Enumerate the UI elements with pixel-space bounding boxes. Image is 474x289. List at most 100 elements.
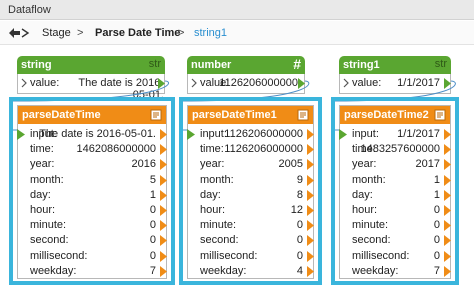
output-port-icon[interactable] xyxy=(444,265,451,277)
field-value: 1462086000000 xyxy=(76,143,156,156)
output-port-icon[interactable] xyxy=(444,250,451,262)
field-value: 1 xyxy=(433,173,440,186)
field-row-month: month: 5 xyxy=(18,173,167,188)
field-label: input: xyxy=(200,128,227,140)
field-label: hour: xyxy=(352,204,378,216)
breadcrumb-item-parse-date-time[interactable]: Parse Date Time xyxy=(95,27,180,39)
output-port-icon[interactable] xyxy=(160,265,167,277)
field-label: hour: xyxy=(200,204,226,216)
output-port-icon[interactable] xyxy=(307,205,314,216)
output-port-icon[interactable] xyxy=(307,144,314,156)
field-row-month: month: 9 xyxy=(188,173,314,188)
document-icon[interactable] xyxy=(434,109,446,121)
breadcrumb-separator: > xyxy=(178,27,185,39)
field-label: time: xyxy=(30,143,54,156)
field-value: 0 xyxy=(149,249,156,262)
output-port-icon[interactable] xyxy=(444,205,451,216)
output-port-icon[interactable] xyxy=(444,159,451,171)
output-port-icon[interactable] xyxy=(160,129,167,140)
output-port-icon[interactable] xyxy=(444,144,451,156)
output-port-icon[interactable] xyxy=(307,129,314,140)
field-label: millisecond: xyxy=(200,249,258,262)
field-label: second: xyxy=(30,234,69,247)
input-port-icon[interactable] xyxy=(339,129,347,140)
document-icon[interactable] xyxy=(297,109,309,121)
field-row-weekday: weekday: 7 xyxy=(340,264,451,279)
node-header[interactable]: parseDateTime1 xyxy=(188,106,313,124)
output-port-icon[interactable] xyxy=(444,235,451,247)
field-label: year: xyxy=(200,158,225,171)
output-port-icon[interactable] xyxy=(160,159,167,171)
field-row-hour: hour: 12 xyxy=(188,203,314,218)
field-value: 0 xyxy=(149,204,156,216)
field-value: 0 xyxy=(433,234,440,247)
field-label: second: xyxy=(352,234,391,247)
field-row-millisecond: millisecond: 0 xyxy=(18,249,167,264)
field-label: month: xyxy=(352,173,386,186)
field-value: 0 xyxy=(296,234,303,247)
dataflow-canvas[interactable]: string str value: The date is 2016-05-01… xyxy=(0,46,474,289)
field-row-input: input: 1126206000000 xyxy=(187,127,314,142)
output-port-icon[interactable] xyxy=(307,174,314,186)
field-label: minute: xyxy=(200,219,237,232)
output-port-icon[interactable] xyxy=(160,250,167,262)
output-port-icon[interactable] xyxy=(307,265,314,277)
output-port-icon[interactable] xyxy=(160,220,167,232)
field-value: The date is 2016-05-01. xyxy=(39,128,156,140)
node-parse-date-time-1[interactable]: parseDateTime1 input: 1126206000000 time: 1… xyxy=(187,105,314,279)
output-port-icon[interactable] xyxy=(307,235,314,247)
field-row-year: year: 2017 xyxy=(340,157,451,172)
breadcrumb-item-stage[interactable]: Stage xyxy=(42,27,71,39)
field-label: month: xyxy=(30,173,64,186)
field-value: 2016 xyxy=(131,158,156,171)
output-port-icon[interactable] xyxy=(444,189,451,201)
field-row-time: time: 1462086000000 xyxy=(18,142,167,157)
field-row-day: day: 8 xyxy=(188,188,314,203)
field-label: minute: xyxy=(30,219,67,232)
output-port-icon[interactable] xyxy=(160,189,167,201)
back-arrow-icon[interactable] xyxy=(8,26,30,40)
field-value: 0 xyxy=(433,249,440,262)
output-port-icon[interactable] xyxy=(444,129,451,140)
field-value: 0 xyxy=(149,234,156,247)
output-port-icon[interactable] xyxy=(160,144,167,156)
output-port-icon[interactable] xyxy=(444,220,451,232)
output-port-icon[interactable] xyxy=(160,235,167,247)
document-icon[interactable] xyxy=(150,109,162,121)
field-value: 12 xyxy=(290,204,303,216)
field-label: second: xyxy=(200,234,239,247)
field-value: 0 xyxy=(149,219,156,232)
node-title: parseDateTime xyxy=(22,109,101,121)
field-value: 1 xyxy=(433,188,440,201)
field-row-input: input: 1/1/2017 xyxy=(339,127,451,142)
output-port-icon[interactable] xyxy=(160,205,167,216)
field-value: 2017 xyxy=(415,158,440,171)
node-parse-date-time-2[interactable]: parseDateTime2 input: 1/1/2017 time: 148325… xyxy=(339,105,451,279)
field-row-year: year: 2016 xyxy=(18,157,167,172)
input-port-icon[interactable] xyxy=(187,129,195,140)
breadcrumb-separator: > xyxy=(77,27,84,39)
node-header[interactable]: parseDateTime2 xyxy=(340,106,450,124)
output-port-icon[interactable] xyxy=(307,220,314,232)
output-port-icon[interactable] xyxy=(160,174,167,186)
field-row-second: second: 0 xyxy=(188,233,314,248)
field-value: 1126206000000 xyxy=(224,128,303,140)
output-port-icon[interactable] xyxy=(307,159,314,171)
field-row-hour: hour: 0 xyxy=(340,203,451,218)
field-label: millisecond: xyxy=(30,249,88,262)
field-row-day: day: 1 xyxy=(340,188,451,203)
field-value: 7 xyxy=(149,264,156,277)
breadcrumb: Stage > Parse Date Time > string1 xyxy=(0,21,474,45)
field-row-month: month: 1 xyxy=(340,173,451,188)
field-row-day: day: 1 xyxy=(18,188,167,203)
field-value: 1 xyxy=(149,188,156,201)
output-port-icon[interactable] xyxy=(307,250,314,262)
field-value: 5 xyxy=(149,173,156,186)
breadcrumb-item-string1[interactable]: string1 xyxy=(194,27,227,39)
node-header[interactable]: parseDateTime xyxy=(18,106,166,124)
input-port-icon[interactable] xyxy=(17,129,25,140)
node-parse-date-time[interactable]: parseDateTime input: The date is 2016-05-… xyxy=(17,105,167,279)
node-title: parseDateTime1 xyxy=(192,109,277,121)
output-port-icon[interactable] xyxy=(444,174,451,186)
output-port-icon[interactable] xyxy=(307,189,314,201)
